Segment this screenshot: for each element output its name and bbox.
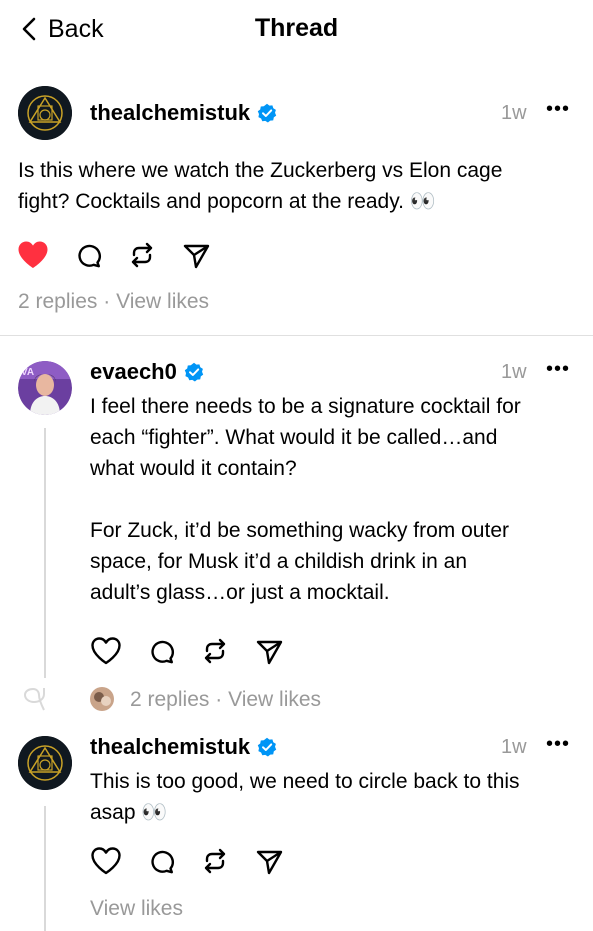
thread-line	[44, 428, 46, 678]
heart-icon	[91, 847, 121, 875]
more-options-icon[interactable]: •••	[546, 98, 570, 121]
thread-line	[44, 806, 46, 931]
comment-icon	[151, 850, 175, 874]
reply-time: 1w	[501, 736, 527, 758]
reply-text-line: I feel there needs to be a signature coc…	[90, 395, 521, 418]
like-button[interactable]	[90, 636, 122, 666]
replier-avatar	[90, 687, 114, 711]
heart-filled-icon	[18, 241, 48, 268]
username[interactable]: thealchemistuk	[90, 734, 250, 760]
eyes-emoji: 👀	[141, 801, 168, 824]
more-options-icon[interactable]: •••	[546, 733, 570, 756]
reply-meta: 2 replies · View likes	[130, 688, 321, 712]
comment-icon	[151, 640, 175, 664]
post-text: Is this where we watch the Zuckerberg vs…	[18, 155, 502, 217]
reply-text: I feel there needs to be a signature coc…	[90, 391, 521, 608]
like-button[interactable]	[17, 240, 49, 270]
send-icon	[183, 244, 210, 269]
reply-text-line: each “fighter”. What would it be called……	[90, 426, 498, 449]
post-actions	[17, 240, 211, 270]
reply-actions	[90, 846, 284, 876]
repost-button[interactable]	[200, 846, 230, 876]
more-options-icon[interactable]: •••	[546, 358, 570, 381]
comment-icon	[78, 244, 102, 268]
share-button[interactable]	[254, 636, 284, 666]
separator: ·	[215, 688, 223, 711]
username[interactable]: evaech0	[90, 359, 177, 385]
reply-text-line: space, for Musk it’d a childish drink in…	[90, 550, 468, 573]
verified-icon	[257, 737, 277, 757]
share-button[interactable]	[254, 846, 284, 876]
avatar[interactable]	[18, 86, 72, 140]
reply-author[interactable]: thealchemistuk	[90, 734, 277, 760]
view-likes-link[interactable]: View likes	[116, 290, 209, 313]
reply-author[interactable]: evaech0	[90, 359, 204, 385]
send-icon	[256, 640, 283, 665]
like-button[interactable]	[90, 846, 122, 876]
page-title: Thread	[254, 14, 339, 42]
reply-text-line: what would it contain?	[90, 457, 297, 480]
post-time: 1w	[501, 102, 527, 124]
comment-button[interactable]	[146, 636, 176, 666]
replies-link[interactable]: 2 replies	[130, 688, 209, 711]
repost-icon	[204, 638, 226, 664]
reply-actions	[90, 636, 284, 666]
reply-text-line	[90, 484, 521, 515]
verified-icon	[184, 362, 204, 382]
reply-text-line: asap	[90, 801, 136, 824]
post-text-line: Is this where we watch the Zuckerberg vs…	[18, 159, 503, 182]
repost-icon	[204, 848, 226, 874]
repost-button[interactable]	[127, 240, 157, 270]
separator: ·	[103, 290, 111, 313]
reply-text: This is too good, we need to circle back…	[90, 766, 520, 828]
send-icon	[256, 850, 283, 875]
divider	[0, 335, 593, 336]
avatar[interactable]	[18, 736, 72, 790]
thread-connector-icon	[23, 687, 45, 711]
verified-icon	[257, 103, 277, 123]
comment-button[interactable]	[73, 240, 103, 270]
post-text-line: fight? Cocktails and popcorn at the read…	[18, 190, 405, 213]
reply-time: 1w	[501, 361, 527, 383]
reply-text-line: This is too good, we need to circle back…	[90, 770, 520, 793]
replies-link[interactable]: 2 replies	[18, 290, 97, 313]
reply-meta: View likes	[90, 897, 183, 921]
reply-text-line: adult’s glass…or just a mocktail.	[90, 581, 390, 604]
username[interactable]: thealchemistuk	[90, 100, 250, 126]
comment-button[interactable]	[146, 846, 176, 876]
alchemist-logo	[18, 86, 72, 140]
eyes-emoji: 👀	[409, 190, 437, 213]
svg-text:VA: VA	[21, 367, 34, 378]
repost-button[interactable]	[200, 636, 230, 666]
view-likes-link[interactable]: View likes	[228, 688, 321, 711]
avatar[interactable]: VA	[18, 361, 72, 415]
heart-icon	[91, 637, 121, 665]
repost-icon	[131, 242, 153, 268]
view-likes-link[interactable]: View likes	[90, 897, 183, 920]
avatar-photo	[90, 687, 114, 711]
reply-text-line: For Zuck, it’d be something wacky from o…	[90, 519, 509, 542]
alchemist-logo	[18, 736, 72, 790]
post-meta: 2 replies · View likes	[18, 290, 209, 314]
avatar-photo: VA	[18, 361, 72, 415]
post-author[interactable]: thealchemistuk	[90, 100, 277, 126]
share-button[interactable]	[181, 240, 211, 270]
